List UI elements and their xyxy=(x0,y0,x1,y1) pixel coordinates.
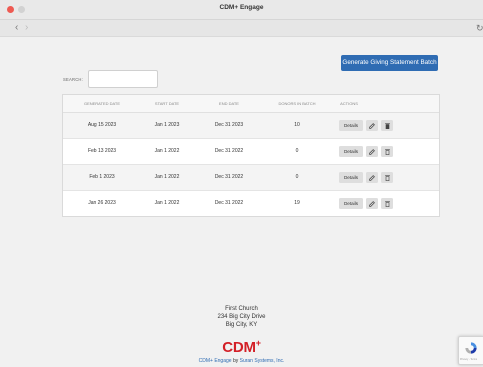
end-date-cell: Dec 31 2023 xyxy=(214,122,244,128)
window-title: CDM+ Engage xyxy=(219,4,264,11)
delete-button[interactable] xyxy=(381,198,393,209)
edit-icon xyxy=(369,174,375,181)
start-date-cell: Jan 1 2022 xyxy=(154,174,180,180)
recaptcha-icon xyxy=(465,342,477,354)
church-name: First Church xyxy=(225,306,258,312)
forward-arrow-icon[interactable]: › xyxy=(25,21,28,35)
header-end-date[interactable]: END DATE xyxy=(193,95,265,112)
end-date-cell: Dec 31 2022 xyxy=(214,174,244,180)
search-input[interactable] xyxy=(88,70,158,88)
edit-icon xyxy=(369,122,375,129)
back-arrow-icon[interactable]: ‹ xyxy=(15,21,18,35)
generated-date-cell: Feb 1 2023 xyxy=(89,174,115,180)
edit-icon xyxy=(369,148,375,155)
statement-batch-table: GENERATED DATE START DATE END DATE DONOR… xyxy=(62,94,440,217)
recaptcha-badge[interactable]: Privacy - Terms xyxy=(458,336,483,365)
start-date-cell: Jan 1 2022 xyxy=(154,148,180,154)
end-date-cell: Dec 31 2022 xyxy=(214,148,244,154)
cdm-logo: CDM+ xyxy=(0,338,483,356)
window-titlebar: CDM+ Engage xyxy=(0,0,483,20)
generated-date-cell: Jan 26 2023 xyxy=(88,200,116,206)
donors-count-cell: 0 xyxy=(295,148,299,154)
nav-bar: ‹ › ↻ xyxy=(0,20,483,37)
generated-date-cell: Feb 13 2023 xyxy=(87,148,117,154)
logo-text: CDM xyxy=(222,339,256,356)
trash-icon xyxy=(384,122,390,129)
edit-button[interactable] xyxy=(366,120,378,131)
header-generated-date[interactable]: GENERATED DATE xyxy=(63,95,141,112)
edit-button[interactable] xyxy=(366,146,378,157)
trash-icon xyxy=(384,174,390,181)
donors-count-cell: 10 xyxy=(294,122,300,128)
recaptcha-privacy-text[interactable]: Privacy - Terms xyxy=(460,358,477,361)
trash-icon xyxy=(384,148,390,155)
product-link[interactable]: CDM+ Engage xyxy=(199,358,232,364)
search-label: SEARCH: xyxy=(63,77,84,82)
details-button[interactable]: Details xyxy=(339,146,363,157)
header-start-date[interactable]: START DATE xyxy=(141,95,193,112)
edit-button[interactable] xyxy=(366,198,378,209)
table-row: Feb 13 2023 Jan 1 2022 Dec 31 2022 0 Det… xyxy=(63,139,439,165)
details-button[interactable]: Details xyxy=(339,198,363,209)
logo-plus: + xyxy=(255,338,261,348)
edit-button[interactable] xyxy=(366,172,378,183)
start-date-cell: Jan 1 2023 xyxy=(154,122,180,128)
refresh-icon[interactable]: ↻ xyxy=(476,21,483,35)
header-actions: ACTIONS xyxy=(340,101,358,106)
company-link[interactable]: Suran Systems, Inc. xyxy=(240,358,285,364)
church-address-line2: Big City, KY xyxy=(225,322,258,328)
table-header: GENERATED DATE START DATE END DATE DONOR… xyxy=(63,95,439,113)
details-button[interactable]: Details xyxy=(339,172,363,183)
edit-icon xyxy=(369,200,375,207)
credit-by-text: by xyxy=(231,358,240,364)
delete-button[interactable] xyxy=(381,146,393,157)
header-donors-in-batch[interactable]: DONORS IN BATCH xyxy=(265,95,329,112)
delete-button[interactable] xyxy=(381,120,393,131)
generate-statement-batch-button[interactable]: Generate Giving Statement Batch xyxy=(341,55,438,71)
donors-count-cell: 0 xyxy=(295,174,299,180)
delete-button[interactable] xyxy=(381,172,393,183)
footer-credit: CDM+ Engage by Suran Systems, Inc. xyxy=(0,358,483,364)
details-button[interactable]: Details xyxy=(339,120,363,131)
trash-icon xyxy=(384,200,390,207)
table-row: Jan 26 2023 Jan 1 2022 Dec 31 2022 19 De… xyxy=(63,191,439,216)
end-date-cell: Dec 31 2022 xyxy=(214,200,244,206)
generated-date-cell: Aug 15 2023 xyxy=(87,122,117,128)
donors-count-cell: 19 xyxy=(294,200,300,206)
church-address-line1: 234 Big City Drive xyxy=(217,314,266,320)
start-date-cell: Jan 1 2022 xyxy=(154,200,180,206)
table-row: Feb 1 2023 Jan 1 2022 Dec 31 2022 0 Deta… xyxy=(63,165,439,191)
table-row: Aug 15 2023 Jan 1 2023 Dec 31 2023 10 De… xyxy=(63,113,439,139)
